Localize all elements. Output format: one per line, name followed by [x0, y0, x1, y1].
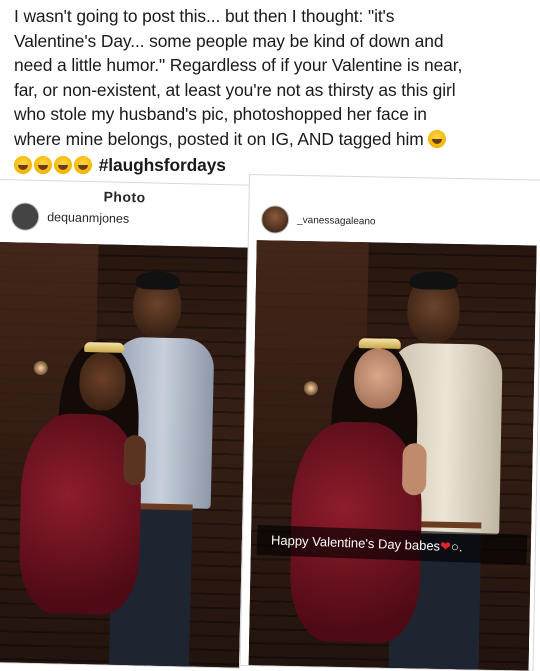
man-hair: [409, 271, 459, 291]
couple-photo[interactable]: [0, 241, 249, 668]
laughing-crying-emoji-icon: [428, 129, 447, 148]
woman-head: [78, 351, 127, 411]
post-text: I wasn't going to post this... but then …: [14, 4, 529, 178]
username-link[interactable]: dequanmjones: [47, 210, 129, 226]
avatar[interactable]: [260, 205, 290, 234]
hashtag-link[interactable]: #laughsfordays: [99, 155, 226, 175]
username-link[interactable]: _vanessagaleano: [297, 214, 376, 227]
woman-tiara: [358, 338, 401, 349]
post-line-4: far, or non-existent, at least you're no…: [14, 79, 456, 100]
man-hair: [135, 271, 180, 291]
post-line-1: I wasn't going to post this... but then …: [14, 6, 395, 26]
post-author-row[interactable]: _vanessagaleano: [260, 205, 376, 235]
photoshopped-instagram-screenshot: _vanessagaleano Happy Valentine's Day ba…: [240, 175, 540, 671]
post-line-5: who stole my husband's pic, photoshopped…: [14, 104, 427, 124]
post-line-6: where mine belongs, posted it on IG, AND…: [14, 127, 529, 152]
caption-text: Happy Valentine's Day babes: [270, 532, 441, 554]
caption-period: .: [458, 539, 463, 555]
laughing-crying-emoji-icon: [14, 156, 32, 174]
original-instagram-screenshot: Photo dequanmjones: [0, 180, 250, 668]
laughing-crying-emoji-icon: [54, 156, 72, 174]
woman-hand: [123, 434, 147, 486]
post-line-2: Valentine's Day... some people may be ki…: [14, 30, 444, 51]
laughing-crying-emoji-icon: [74, 156, 92, 174]
couple-photo[interactable]: [248, 240, 537, 671]
post-author-row[interactable]: dequanmjones: [10, 202, 130, 233]
woman-tiara: [84, 341, 125, 353]
woman-hand: [401, 442, 427, 496]
woman-head: [353, 348, 403, 409]
laughing-crying-emoji-icon: [34, 156, 52, 174]
post-line-6-text: where mine belongs, posted it on IG, AND…: [14, 128, 424, 149]
post-line-3: need a little humor." Regardless of if y…: [14, 55, 463, 75]
heart-icon: ❤: [439, 538, 452, 554]
post-line-7: #laughsfordays: [14, 153, 529, 178]
avatar[interactable]: [10, 202, 40, 231]
